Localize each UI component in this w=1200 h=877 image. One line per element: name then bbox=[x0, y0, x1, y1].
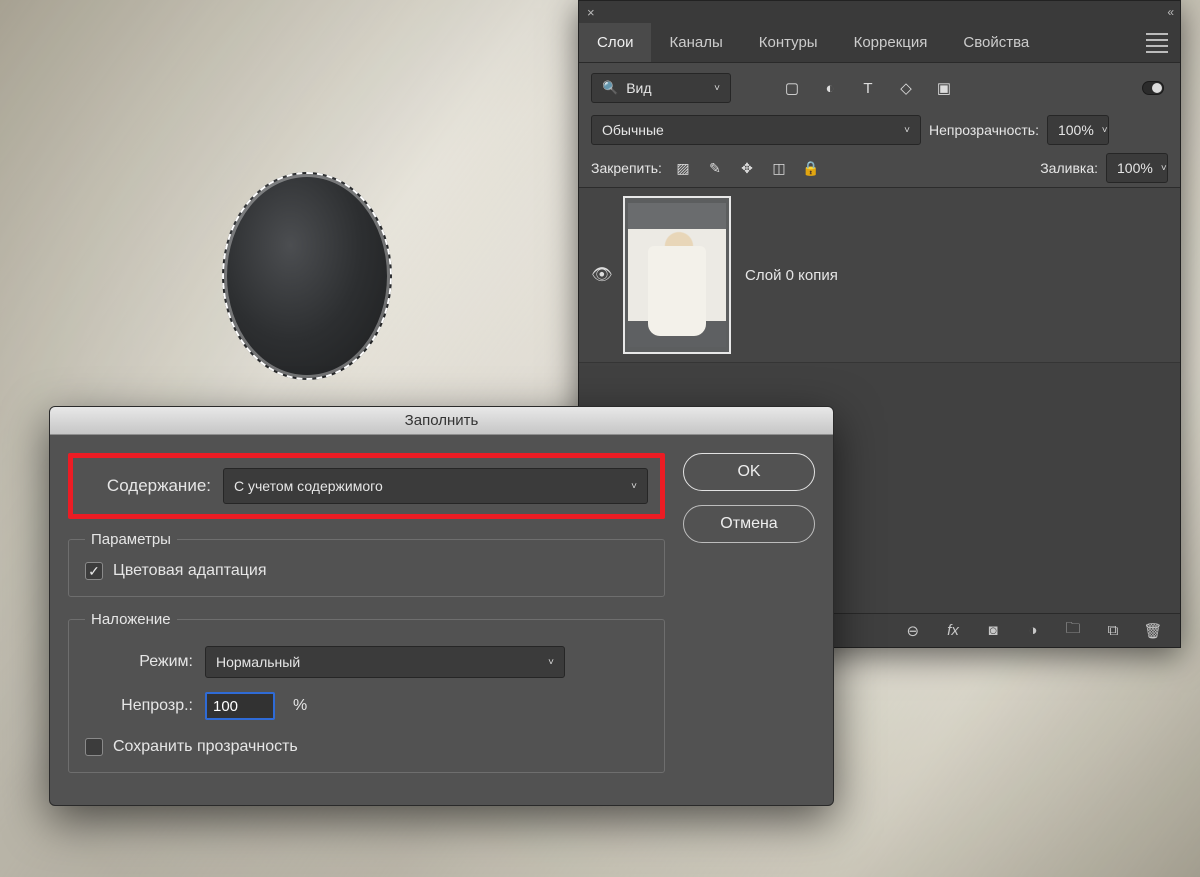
panel-menu-icon[interactable] bbox=[1146, 33, 1168, 53]
lock-fill-row: Закрепить: ▨ ✎ ✥ ◫ 🔒 Заливка: 100% ˅ bbox=[579, 149, 1180, 187]
percent-label: % bbox=[293, 697, 307, 715]
preserve-trans-checkbox[interactable] bbox=[85, 738, 103, 756]
filter-toggle[interactable] bbox=[1142, 81, 1164, 95]
layer-name[interactable]: Слой 0 копия bbox=[745, 267, 838, 284]
button-label: Отмена bbox=[720, 515, 777, 533]
chevron-down-icon: ˅ bbox=[1102, 125, 1108, 136]
cancel-button[interactable]: Отмена bbox=[683, 505, 815, 543]
mode-label: Режим: bbox=[85, 653, 193, 671]
fill-dialog: Заполнить Содержание: С учетом содержимо… bbox=[49, 406, 834, 806]
search-icon: 🔍 bbox=[602, 80, 618, 96]
image-filter-icon[interactable]: ▢ bbox=[783, 79, 801, 97]
mask-icon[interactable]: ◙ bbox=[984, 622, 1002, 640]
tab-label: Слои bbox=[597, 34, 633, 51]
tab-label: Коррекция bbox=[854, 34, 928, 51]
dropdown-value: С учетом содержимого bbox=[234, 478, 383, 494]
layer-filter-row: 🔍 Вид ˅ ▢ ◐ T ◇ ▣ bbox=[579, 63, 1180, 111]
panel-topbar: × « bbox=[579, 1, 1180, 23]
lock-artboard-icon[interactable]: ◫ bbox=[770, 159, 788, 177]
tab-label: Каналы bbox=[669, 34, 722, 51]
content-label: Содержание: bbox=[85, 476, 211, 496]
tab-label: Контуры bbox=[759, 34, 818, 51]
chevron-down-icon: ˅ bbox=[904, 125, 910, 136]
chevron-down-icon: ˅ bbox=[714, 83, 720, 94]
layer-filter-dropdown[interactable]: 🔍 Вид ˅ bbox=[591, 73, 731, 103]
blending-group: Наложение Режим: Нормальный ˅ Непрозр.: … bbox=[68, 611, 665, 773]
type-filter-icon[interactable]: T bbox=[859, 79, 877, 97]
dialog-title: Заполнить bbox=[405, 412, 479, 429]
trash-icon[interactable]: 🗑 bbox=[1144, 622, 1162, 640]
blend-opacity-row: Обычные ˅ Непрозрачность: 100% ˅ bbox=[579, 111, 1180, 149]
tab-adjustments[interactable]: Коррекция bbox=[836, 23, 946, 62]
tab-channels[interactable]: Каналы bbox=[651, 23, 740, 62]
content-row-highlight: Содержание: С учетом содержимого ˅ bbox=[68, 453, 665, 519]
content-dropdown[interactable]: С учетом содержимого ˅ bbox=[223, 468, 648, 504]
opacity-value: 100% bbox=[1058, 122, 1094, 138]
blend-mode-dropdown[interactable]: Обычные ˅ bbox=[591, 115, 921, 145]
link-layers-icon[interactable]: ⊘ bbox=[900, 618, 925, 643]
thumbnail-image bbox=[628, 203, 726, 348]
fill-value: 100% bbox=[1117, 160, 1153, 176]
lock-position-icon[interactable]: ✥ bbox=[738, 159, 756, 177]
layer-thumbnail[interactable] bbox=[623, 196, 731, 354]
checkbox-label: Цветовая адаптация bbox=[113, 562, 267, 580]
opacity-field[interactable]: 100% ˅ bbox=[1047, 115, 1109, 145]
close-icon[interactable]: × bbox=[587, 6, 595, 19]
lock-all-icon[interactable]: 🔒 bbox=[802, 159, 820, 177]
lock-brush-icon[interactable]: ✎ bbox=[706, 159, 724, 177]
group-icon[interactable]: 🗀 bbox=[1064, 622, 1082, 640]
color-adapt-row[interactable]: Цветовая адаптация bbox=[85, 562, 648, 580]
preserve-trans-row[interactable]: Сохранить прозрачность bbox=[85, 738, 648, 756]
chevron-down-icon: ˅ bbox=[631, 481, 637, 492]
tab-properties[interactable]: Свойства bbox=[945, 23, 1047, 62]
lock-icons: ▨ ✎ ✥ ◫ 🔒 bbox=[674, 159, 820, 177]
fill-field[interactable]: 100% ˅ bbox=[1106, 153, 1168, 183]
fill-label: Заливка: bbox=[1040, 160, 1098, 176]
dialog-titlebar[interactable]: Заполнить bbox=[50, 407, 833, 435]
opacity-label: Непрозрачность: bbox=[929, 122, 1039, 138]
opacity-label: Непрозр.: bbox=[85, 697, 193, 715]
button-label: OK bbox=[737, 463, 760, 481]
layer-type-filters: ▢ ◐ T ◇ ▣ bbox=[783, 79, 953, 97]
lock-pixels-icon[interactable]: ▨ bbox=[674, 159, 692, 177]
dropdown-value: Вид bbox=[626, 80, 651, 96]
adjustment-layer-icon[interactable]: ◑ bbox=[1024, 622, 1042, 640]
visibility-icon[interactable]: 👁 bbox=[591, 265, 609, 285]
new-layer-icon[interactable]: ⧉ bbox=[1104, 622, 1122, 640]
opacity-input[interactable] bbox=[205, 692, 275, 720]
params-group: Параметры Цветовая адаптация bbox=[68, 531, 665, 597]
group-legend: Наложение bbox=[85, 611, 177, 628]
layer-row[interactable]: 👁 Слой 0 копия bbox=[579, 188, 1180, 363]
shape-filter-icon[interactable]: ◇ bbox=[897, 79, 915, 97]
tab-layers[interactable]: Слои bbox=[579, 23, 651, 62]
panel-tabs: Слои Каналы Контуры Коррекция Свойства bbox=[579, 23, 1180, 63]
group-legend: Параметры bbox=[85, 531, 177, 548]
adjust-filter-icon[interactable]: ◐ bbox=[821, 79, 839, 97]
mode-dropdown[interactable]: Нормальный ˅ bbox=[205, 646, 565, 678]
checkbox-label: Сохранить прозрачность bbox=[113, 738, 298, 756]
ok-button[interactable]: OK bbox=[683, 453, 815, 491]
color-adapt-checkbox[interactable] bbox=[85, 562, 103, 580]
smart-filter-icon[interactable]: ▣ bbox=[935, 79, 953, 97]
lock-label: Закрепить: bbox=[591, 160, 662, 176]
collapse-icon[interactable]: « bbox=[1167, 5, 1172, 19]
dropdown-value: Нормальный bbox=[216, 654, 300, 670]
chevron-down-icon: ˅ bbox=[1161, 163, 1167, 174]
chevron-down-icon: ˅ bbox=[548, 657, 554, 668]
fx-icon[interactable]: fx bbox=[944, 622, 962, 640]
selection-marquee bbox=[222, 172, 392, 380]
tab-paths[interactable]: Контуры bbox=[741, 23, 836, 62]
tab-label: Свойства bbox=[963, 34, 1029, 51]
dropdown-value: Обычные bbox=[602, 122, 664, 138]
